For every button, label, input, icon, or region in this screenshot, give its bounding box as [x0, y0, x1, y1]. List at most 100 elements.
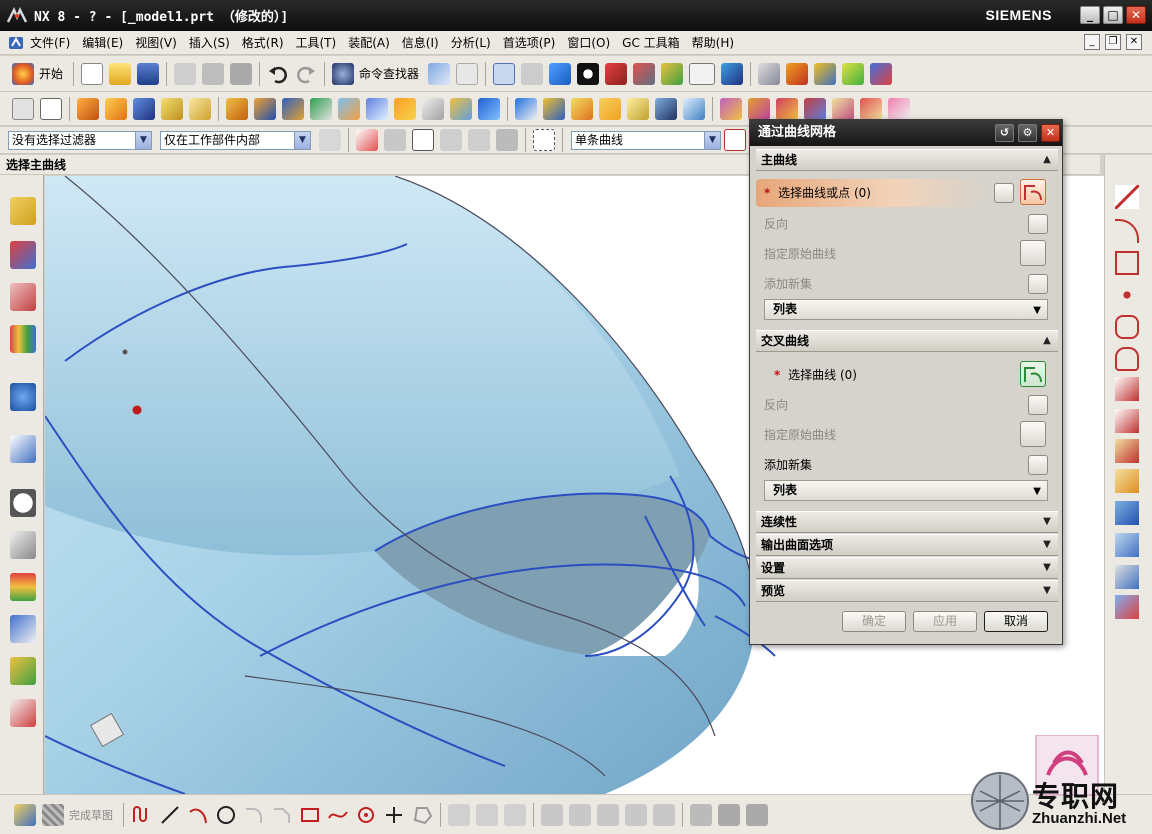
- cut-icon[interactable]: [174, 62, 197, 85]
- snap-point-icon[interactable]: [356, 129, 378, 151]
- curve-rule-dropdown[interactable]: 单条曲线 ▼: [571, 130, 721, 150]
- chevron-down-icon[interactable]: ▼: [1040, 538, 1054, 552]
- menu-edit[interactable]: 编辑(E): [76, 34, 129, 51]
- snap-icon[interactable]: [814, 62, 837, 85]
- chevron-down-icon[interactable]: ▼: [135, 131, 151, 149]
- redo-icon[interactable]: [295, 63, 317, 85]
- inferred-constraints-icon[interactable]: [746, 803, 768, 826]
- offset-icon[interactable]: [541, 803, 563, 826]
- offset-face-icon[interactable]: [366, 97, 388, 120]
- continuity-section[interactable]: 连续性 ▼: [756, 511, 1058, 533]
- grid-icon[interactable]: [428, 62, 451, 85]
- assembly-navigator-icon[interactable]: [10, 197, 36, 225]
- make-corner-icon[interactable]: [504, 803, 526, 826]
- sketch-arc-icon[interactable]: [187, 804, 209, 826]
- preview-section[interactable]: 预览 ▼: [756, 580, 1058, 602]
- layer-icon[interactable]: [758, 62, 781, 85]
- web-browser-icon[interactable]: [10, 435, 36, 463]
- menu-assemblies[interactable]: 装配(A): [342, 34, 396, 51]
- primary-specify-origin-curve[interactable]: 指定原始曲线: [756, 239, 1058, 269]
- start-label[interactable]: 开始: [39, 65, 63, 82]
- trim-sheet-icon[interactable]: [776, 97, 798, 120]
- chamfer-icon[interactable]: [254, 97, 276, 120]
- menu-window[interactable]: 窗口(O): [561, 34, 616, 51]
- body-selection-icon[interactable]: [440, 129, 462, 151]
- offset-curve-icon[interactable]: [1115, 439, 1139, 463]
- chevron-down-icon[interactable]: ▼: [1033, 482, 1041, 501]
- maximize-button[interactable]: □: [1103, 6, 1123, 24]
- shell-icon[interactable]: [161, 97, 183, 120]
- background-color-icon[interactable]: [689, 62, 716, 85]
- constraint-icon[interactable]: [597, 803, 619, 826]
- edge-blend-icon[interactable]: [226, 97, 248, 120]
- part-navigator-icon[interactable]: [10, 283, 36, 311]
- sketch-icon[interactable]: [12, 97, 34, 120]
- mdi-minimize-icon[interactable]: _: [1084, 34, 1100, 50]
- menu-format[interactable]: 格式(R): [236, 34, 290, 51]
- studio-spline-icon[interactable]: [327, 804, 349, 826]
- extend-sheet-icon[interactable]: [804, 97, 826, 120]
- ok-button[interactable]: 确定: [842, 611, 906, 632]
- through-curves-icon[interactable]: [627, 97, 649, 120]
- menu-help[interactable]: 帮助(H): [686, 34, 740, 51]
- open-folder-icon[interactable]: [109, 62, 132, 85]
- fillet-icon[interactable]: [243, 804, 265, 826]
- circle-icon[interactable]: [215, 804, 237, 826]
- apply-button[interactable]: 应用: [913, 611, 977, 632]
- arrow-icon[interactable]: [384, 129, 406, 151]
- rectangle-select-icon[interactable]: [533, 129, 555, 151]
- quick-trim-icon[interactable]: [448, 803, 470, 826]
- primary-add-new-set[interactable]: 添加新集: [756, 269, 1058, 299]
- pattern-icon[interactable]: [450, 97, 472, 120]
- combined-curve-icon[interactable]: [1115, 533, 1139, 557]
- type-filter-dropdown[interactable]: 没有选择过滤器 ▼: [8, 130, 152, 150]
- sketch-polygon-icon[interactable]: [411, 804, 433, 826]
- replace-face-icon[interactable]: [543, 97, 565, 120]
- system-materials-icon[interactable]: [10, 531, 36, 559]
- output-surface-options-section[interactable]: 输出曲面选项 ▼: [756, 534, 1058, 556]
- cancel-button[interactable]: 取消: [984, 611, 1048, 632]
- cross-add-new-set[interactable]: 添加新集: [756, 450, 1058, 480]
- primary-curves-section[interactable]: 主曲线 ▲: [756, 149, 1058, 171]
- fit-view-icon[interactable]: [493, 62, 516, 85]
- close-button[interactable]: ✕: [1126, 6, 1146, 24]
- feature-selection-icon[interactable]: [412, 129, 434, 151]
- stop-at-intersection-icon[interactable]: [724, 129, 746, 151]
- origin-curve-icon[interactable]: [1020, 421, 1046, 447]
- gear-icon[interactable]: ⚙: [1018, 124, 1037, 142]
- chevron-up-icon[interactable]: ▲: [1040, 334, 1054, 348]
- chevron-down-icon[interactable]: ▼: [1040, 584, 1054, 598]
- curve-select-icon[interactable]: [1020, 179, 1046, 205]
- move-object-icon[interactable]: [870, 62, 893, 85]
- auto-constrain-icon[interactable]: [625, 803, 647, 826]
- trim-body-icon[interactable]: [189, 97, 211, 120]
- chevron-down-icon[interactable]: ▼: [1040, 515, 1054, 529]
- mdi-restore-icon[interactable]: ❐: [1105, 34, 1121, 50]
- cross-specify-origin-curve[interactable]: 指定原始曲线: [756, 420, 1058, 450]
- cross-list-toggle[interactable]: 列表 ▼: [764, 480, 1048, 501]
- profile-icon[interactable]: [131, 804, 153, 826]
- constraint-navigator-icon[interactable]: [10, 241, 36, 269]
- sew-icon[interactable]: [720, 97, 742, 120]
- datum-plane-icon[interactable]: [40, 97, 62, 120]
- intersect-icon[interactable]: [338, 97, 360, 120]
- thicken-icon[interactable]: [422, 97, 444, 120]
- cursor-icon[interactable]: [456, 62, 479, 85]
- draft-icon[interactable]: [394, 97, 416, 120]
- mdi-close-icon[interactable]: ✕: [1126, 34, 1142, 50]
- save-icon[interactable]: [137, 62, 160, 85]
- revolve-icon[interactable]: [105, 97, 127, 120]
- point-icon[interactable]: [1115, 283, 1139, 307]
- command-finder-label[interactable]: 命令查找器: [359, 65, 419, 82]
- help-icon[interactable]: [10, 383, 36, 411]
- subtract-icon[interactable]: [310, 97, 332, 120]
- add-set-icon[interactable]: [1028, 274, 1048, 294]
- general-selection-icon[interactable]: [319, 129, 341, 151]
- menu-gc-toolkit[interactable]: GC 工具箱: [616, 34, 686, 51]
- measure-icon[interactable]: [786, 62, 809, 85]
- ruled-icon[interactable]: [599, 97, 621, 120]
- select-cross-curve-row[interactable]: * 选择曲线 (0): [756, 360, 1058, 390]
- wrap-curve-icon[interactable]: [1115, 595, 1139, 619]
- dimension-icon[interactable]: [569, 803, 591, 826]
- face-selection-icon[interactable]: [468, 129, 490, 151]
